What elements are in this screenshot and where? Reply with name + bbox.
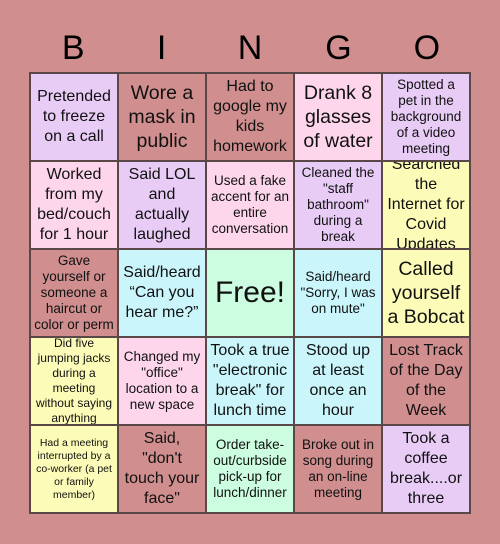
bingo-cell-text: Said/heard "Sorry, I was on mute": [300, 269, 376, 316]
bingo-cell-text: Gave yourself or someone a haircut or co…: [34, 253, 114, 332]
bingo-header: B I N G O: [29, 30, 471, 66]
bingo-cell-b1[interactable]: Pretended to freeze on a call: [30, 73, 118, 161]
header-letter-o: O: [413, 29, 441, 67]
bingo-cell-b3[interactable]: Gave yourself or someone a haircut or co…: [30, 249, 118, 337]
header-letter-b: B: [61, 29, 85, 67]
bingo-cell-text: Worked from my bed/couch for 1 hour: [37, 166, 111, 243]
bingo-cell-text: Spotted a pet in the background of a vid…: [390, 77, 462, 156]
bingo-cell-text: Wore a mask in public: [128, 82, 196, 152]
bingo-cell-free[interactable]: Free!: [206, 249, 294, 337]
bingo-cell-text: Free!: [214, 276, 286, 309]
bingo-cell-b4[interactable]: Did five jumping jacks during a meeting …: [30, 337, 118, 425]
bingo-cell-i4[interactable]: Changed my "office" location to a new sp…: [118, 337, 206, 425]
bingo-cell-o5[interactable]: Took a coffee break....or three: [382, 425, 470, 513]
bingo-cell-text: Said/heard “Can you hear me?”: [123, 264, 201, 321]
bingo-cell-n5[interactable]: Order take-out/curbside pick-up for lunc…: [206, 425, 294, 513]
bingo-cell-n4[interactable]: Took a true "electronic break" for lunch…: [206, 337, 294, 425]
bingo-cell-g1[interactable]: Drank 8 glasses of water: [294, 73, 382, 161]
bingo-cell-g5[interactable]: Broke out in song during an on-line meet…: [294, 425, 382, 513]
bingo-cell-i1[interactable]: Wore a mask in public: [118, 73, 206, 161]
bingo-cell-text: Said, "don't touch your face": [124, 430, 200, 507]
bingo-cell-i5[interactable]: Said, "don't touch your face": [118, 425, 206, 513]
bingo-cell-n1[interactable]: Had to google my kids homework: [206, 73, 294, 161]
bingo-cell-n2[interactable]: Used a fake accent for an entire convers…: [206, 161, 294, 249]
bingo-cell-text: Took a true "electronic break" for lunch…: [210, 342, 290, 419]
bingo-cell-o2[interactable]: Searched the Internet for Covid Updates: [382, 161, 470, 249]
bingo-cell-o3[interactable]: Called yourself a Bobcat: [382, 249, 470, 337]
bingo-cell-i3[interactable]: Said/heard “Can you hear me?”: [118, 249, 206, 337]
bingo-cell-b2[interactable]: Worked from my bed/couch for 1 hour: [30, 161, 118, 249]
bingo-cell-o1[interactable]: Spotted a pet in the background of a vid…: [382, 73, 470, 161]
bingo-cell-text: Pretended to freeze on a call: [37, 88, 111, 145]
header-letter-i: I: [156, 29, 167, 67]
bingo-cell-text: Did five jumping jacks during a meeting …: [35, 337, 113, 425]
bingo-cell-text: Lost Track of the Day of the Week: [389, 342, 463, 419]
bingo-cell-g3[interactable]: Said/heard "Sorry, I was on mute": [294, 249, 382, 337]
header-letter-g: G: [325, 29, 352, 67]
bingo-cell-text: Drank 8 glasses of water: [303, 82, 373, 152]
bingo-cell-g4[interactable]: Stood up at least once an hour: [294, 337, 382, 425]
bingo-card-grid: Pretended to freeze on a call Wore a mask…: [29, 72, 471, 514]
header-letter-n: N: [237, 29, 263, 67]
bingo-cell-g2[interactable]: Cleaned the "staff bathroom" during a br…: [294, 161, 382, 249]
bingo-cell-text: Had to google my kids homework: [213, 78, 287, 155]
bingo-cell-b5[interactable]: Had a meeting interrupted by a co-worker…: [30, 425, 118, 513]
bingo-cell-text: Broke out in song during an on-line meet…: [301, 437, 375, 500]
bingo-cell-text: Searched the Internet for Covid Updates: [387, 161, 465, 249]
bingo-cell-text: Changed my "office" location to a new sp…: [123, 349, 201, 412]
bingo-cell-text: Had a meeting interrupted by a co-worker…: [36, 436, 112, 501]
bingo-cell-i2[interactable]: Said LOL and actually laughed: [118, 161, 206, 249]
bingo-cell-text: Said LOL and actually laughed: [128, 166, 196, 243]
bingo-cell-text: Cleaned the "staff bathroom" during a br…: [301, 165, 375, 244]
bingo-cell-o4[interactable]: Lost Track of the Day of the Week: [382, 337, 470, 425]
bingo-cell-text: Order take-out/curbside pick-up for lunc…: [213, 437, 287, 500]
bingo-cell-text: Took a coffee break....or three: [389, 430, 463, 507]
bingo-cell-text: Stood up at least once an hour: [305, 342, 371, 419]
bingo-cell-text: Called yourself a Bobcat: [387, 258, 465, 328]
bingo-cell-text: Used a fake accent for an entire convers…: [210, 173, 290, 236]
